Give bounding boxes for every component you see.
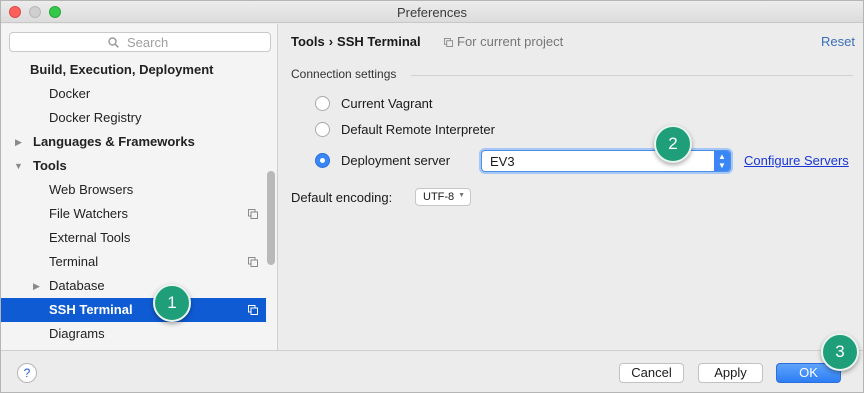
annotation-bubble-1: 1 [153,284,191,322]
help-button[interactable]: ? [17,363,37,383]
tree-item-file-watchers[interactable]: File Watchers [1,202,266,226]
tree-item-docker[interactable]: Docker [1,82,266,106]
breadcrumb-current: SSH Terminal [337,34,421,49]
breadcrumb-parent: Tools [291,34,325,49]
tree-item-label: Terminal [49,254,99,269]
search-icon [108,37,119,48]
project-scope-icon [248,257,258,267]
tree-item-external-tools[interactable]: External Tools [1,226,266,250]
apply-button[interactable]: Apply [698,363,763,383]
tree-item-terminal[interactable]: Terminal [1,250,266,274]
radio-button-selected[interactable] [315,153,330,168]
tree-item-diagrams[interactable]: Diagrams [1,322,266,346]
annotation-bubble-3: 3 [821,333,859,371]
chevron-down-icon: ▼ [458,192,465,199]
project-scope-icon [444,38,453,47]
cancel-button[interactable]: Cancel [619,363,684,383]
sidebar-scrollbar[interactable] [267,171,275,265]
radio-button[interactable] [315,96,330,111]
radio-button[interactable] [315,122,330,137]
preferences-window: Preferences Search Build, Execution, Dep… [0,0,864,393]
tree-item-label: Tools [33,158,67,173]
reset-link[interactable]: Reset [821,34,855,49]
expand-arrow-icon[interactable]: ▶ [15,130,22,154]
select-stepper-icon[interactable]: ▲ ▼ [714,151,730,171]
tree-item-label: Diagrams [49,326,105,341]
tree-item-tools[interactable]: ▼ Tools [1,154,266,178]
tree-item-database[interactable]: ▶ Database [1,274,266,298]
breadcrumb: Tools › SSH Terminal [291,34,421,49]
configure-servers-link[interactable]: Configure Servers [744,153,849,168]
tree-item-label: Docker [49,86,91,101]
search-input[interactable]: Search [9,32,271,52]
title-bar: Preferences [1,1,863,23]
tree-item-label: Web Browsers [49,182,134,197]
tree-item-build-execution-deployment[interactable]: Build, Execution, Deployment [1,58,266,82]
dialog-footer: ? Cancel Apply OK [1,350,863,392]
tree-item-label: External Tools [49,230,131,245]
scope-label: For current project [457,34,564,49]
tree-item-docker-registry[interactable]: Docker Registry [1,106,266,130]
project-scope-icon [248,209,258,219]
tree-item-ssh-terminal[interactable]: SSH Terminal [1,298,266,322]
sidebar: Search Build, Execution, Deployment Dock… [1,24,278,350]
default-encoding-label: Default encoding: [291,190,393,205]
settings-panel: Tools › SSH Terminal For current project R… [279,24,863,350]
section-divider [411,75,853,76]
radio-label: Current Vagrant [341,96,433,111]
project-scope-icon [248,305,258,315]
tree-item-web-browsers[interactable]: Web Browsers [1,178,266,202]
default-encoding-select[interactable]: UTF-8 ▼ [415,188,471,206]
breadcrumb-separator: › [328,34,334,49]
window-title: Preferences [396,5,468,20]
connection-settings-title: Connection settings [291,67,397,81]
annotation-bubble-2: 2 [654,125,692,163]
deployment-server-select[interactable]: EV3 ▲ ▼ [481,150,731,172]
tree-item-label: File Watchers [49,206,128,221]
radio-label: Deployment server [341,153,451,168]
search-placeholder: Search [127,35,169,50]
collapse-arrow-icon[interactable]: ▼ [14,154,23,178]
tree-item-label: Build, Execution, Deployment [30,62,214,77]
deployment-server-value: EV3 [490,154,515,169]
tree-item-languages-frameworks[interactable]: ▶ Languages & Frameworks [1,130,266,154]
expand-arrow-icon[interactable]: ▶ [33,274,40,298]
radio-label: Default Remote Interpreter [341,122,495,137]
tree-item-label: Docker Registry [49,110,142,125]
encoding-value: UTF-8 [423,191,455,203]
tree-item-label: Database [49,278,105,293]
tree-item-label: SSH Terminal [49,302,133,317]
tree-item-label: Languages & Frameworks [33,134,195,149]
